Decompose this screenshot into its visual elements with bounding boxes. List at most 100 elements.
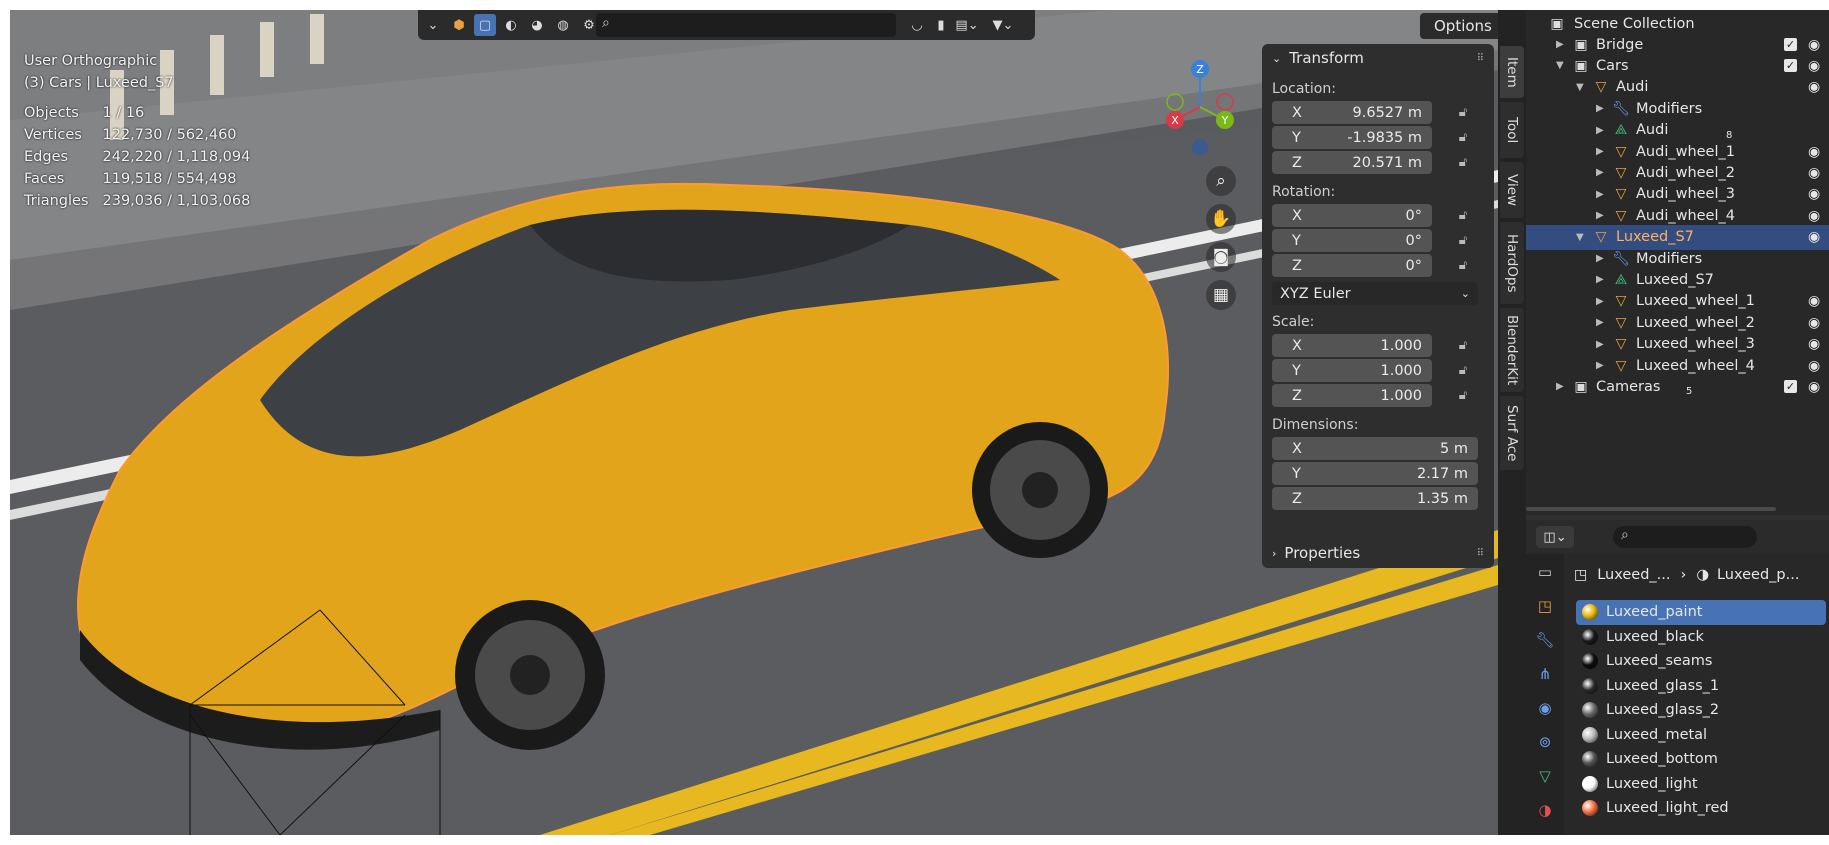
object-tab-icon[interactable]: ◳	[1533, 594, 1557, 618]
mesh-data-tab-icon[interactable]: ▽	[1533, 764, 1557, 788]
rotation-y-field[interactable]: Y 0°	[1272, 229, 1432, 252]
material-slot[interactable]: Luxeed_paint	[1576, 600, 1826, 625]
ortho-grid-icon[interactable]: ▦	[1206, 280, 1236, 310]
lock-icon[interactable]: 🔓︎	[1454, 104, 1472, 122]
overlay-toggle-icon[interactable]: ◡	[906, 14, 928, 36]
options-dropdown[interactable]: Options⌄	[1420, 13, 1498, 39]
lock-icon[interactable]: 🔓︎	[1454, 154, 1472, 172]
exclude-checkbox[interactable]: ✓	[1784, 380, 1797, 394]
eye-icon[interactable]: ◉	[1808, 58, 1820, 74]
editor-type-icon[interactable]: ◫⌄	[1536, 526, 1574, 548]
expand-toggle-icon[interactable]: ▶	[1596, 189, 1604, 200]
lock-icon[interactable]: 🔓︎	[1454, 362, 1472, 380]
expand-toggle-icon[interactable]: ▶	[1596, 339, 1604, 350]
lock-icon[interactable]: 🔓︎	[1454, 232, 1472, 250]
outliner-scrollbar[interactable]	[1526, 507, 1776, 511]
view-layout-icon[interactable]: ▤⌄	[955, 14, 978, 36]
material-slot[interactable]: Luxeed_seams	[1576, 649, 1826, 674]
rotation-x-field[interactable]: X 0°	[1272, 204, 1432, 227]
material-slot[interactable]: Luxeed_light_red	[1576, 796, 1826, 821]
gizmo-color-icon[interactable]: ⬢	[448, 14, 470, 36]
expand-toggle-icon[interactable]: ▶	[1556, 381, 1564, 392]
eye-icon[interactable]: ◉	[1808, 315, 1820, 331]
expand-toggle-icon[interactable]: ▶	[1596, 210, 1604, 221]
eye-icon[interactable]: ◉	[1808, 336, 1820, 352]
shading-solid-icon[interactable]: ◐	[500, 14, 522, 36]
eye-icon[interactable]: ◉	[1808, 293, 1820, 309]
eye-icon[interactable]: ◉	[1808, 144, 1820, 160]
expand-toggle-icon[interactable]: ▶	[1556, 39, 1564, 50]
material-slot[interactable]: Luxeed_glass_1	[1576, 674, 1826, 699]
dimensions-z-field[interactable]: Z 1.35 m	[1272, 487, 1478, 510]
location-x-field[interactable]: X 9.6527 m	[1272, 101, 1432, 124]
dimensions-x-field[interactable]: X5 m	[1272, 437, 1478, 460]
eye-icon[interactable]: ◉	[1808, 165, 1820, 181]
constraints-tab-icon[interactable]: ⊚	[1533, 730, 1557, 754]
lock-icon[interactable]: 🔓︎	[1454, 207, 1472, 225]
shading-wireframe-icon[interactable]: ▢	[474, 14, 496, 36]
expand-toggle-icon[interactable]: ▼	[1576, 82, 1584, 93]
material-tab-icon[interactable]: ◑	[1533, 798, 1557, 822]
expand-toggle-icon[interactable]: ▶	[1596, 274, 1604, 285]
lock-icon[interactable]: 🔓︎	[1454, 129, 1472, 147]
modifier-tab-icon[interactable]: 🔧︎	[1533, 628, 1557, 652]
material-slot[interactable]: Luxeed_light	[1576, 772, 1826, 797]
eye-icon[interactable]: ◉	[1808, 229, 1820, 245]
3d-viewport[interactable]: User Orthographic (3) Cars | Luxeed_S7 O…	[10, 10, 1498, 835]
expand-toggle-icon[interactable]: ▼	[1556, 60, 1564, 71]
expand-toggle-icon[interactable]: ▶	[1596, 296, 1604, 307]
location-z-field[interactable]: Z 20.571 m	[1272, 151, 1432, 174]
expand-toggle-icon[interactable]: ▶	[1596, 360, 1604, 371]
tab-hardops[interactable]: HardOps	[1500, 222, 1524, 304]
eye-icon[interactable]: ◉	[1808, 358, 1820, 374]
expand-toggle-icon[interactable]: ▶	[1596, 146, 1604, 157]
eye-icon[interactable]: ◉	[1808, 37, 1820, 53]
shading-material-icon[interactable]: ◕	[526, 14, 548, 36]
expand-toggle-icon[interactable]: ▶	[1596, 125, 1604, 136]
expand-toggle-icon[interactable]: ▼	[1576, 232, 1584, 243]
lock-icon[interactable]: 🔓︎	[1454, 257, 1472, 275]
filter-icon[interactable]: ▼⌄	[992, 14, 1014, 36]
eye-icon[interactable]: ◉	[1808, 186, 1820, 202]
expand-toggle-icon[interactable]: ▶	[1596, 253, 1604, 264]
location-y-field[interactable]: Y -1.9835 m	[1272, 126, 1432, 149]
physics-tab-icon[interactable]: ◉	[1533, 696, 1557, 720]
exclude-checkbox[interactable]: ✓	[1784, 38, 1797, 51]
chevron-down-icon[interactable]: ⌄	[422, 14, 444, 36]
drag-handle-icon[interactable]: ⠿	[1477, 548, 1484, 559]
shading-rendered-icon[interactable]: ◍	[552, 14, 574, 36]
lock-icon[interactable]: 🔓︎	[1454, 337, 1472, 355]
rotation-z-field[interactable]: Z 0°	[1272, 254, 1432, 277]
properties-search-input[interactable]: ⌕	[1613, 526, 1757, 548]
navigation-gizmo[interactable]: Z X Y	[1145, 52, 1255, 162]
tab-surf-ace[interactable]: Surf Ace	[1500, 396, 1524, 470]
eye-icon[interactable]: ◉	[1808, 208, 1820, 224]
outliner-row[interactable]: ▶ ▣ Cameras 5 ✓ ◉	[1526, 374, 1829, 399]
lock-icon[interactable]: 🔓︎	[1454, 387, 1472, 405]
rotation-mode-select[interactable]: XYZ Euler ⌄	[1272, 282, 1478, 305]
transform-panel-header[interactable]: ⌄ Transform ⠿	[1262, 44, 1494, 72]
material-slot[interactable]: Luxeed_glass_2	[1576, 698, 1826, 723]
expand-toggle-icon[interactable]: ▶	[1596, 103, 1604, 114]
tab-tool[interactable]: Tool	[1500, 102, 1524, 158]
particles-tab-icon[interactable]: ⋔	[1533, 662, 1557, 686]
expand-toggle-icon[interactable]: ▶	[1596, 167, 1604, 178]
exclude-checkbox[interactable]: ✓	[1784, 59, 1797, 73]
eye-icon[interactable]: ◉	[1808, 379, 1820, 395]
tab-blenderkit[interactable]: BlenderKit	[1500, 308, 1524, 392]
camera-icon[interactable]: ◙	[1206, 242, 1236, 272]
material-slot[interactable]: Luxeed_metal	[1576, 723, 1826, 748]
tool-tab-icon[interactable]: ▭	[1533, 560, 1557, 584]
drag-handle-icon[interactable]: ⠿	[1477, 53, 1484, 64]
material-slot[interactable]: Luxeed_black	[1576, 625, 1826, 650]
eye-icon[interactable]: ◉	[1808, 79, 1820, 95]
tab-view[interactable]: View	[1500, 162, 1524, 218]
material-slot[interactable]: Luxeed_bottom	[1576, 747, 1826, 772]
properties-panel-header[interactable]: › Properties ⠿	[1262, 538, 1494, 568]
zoom-icon[interactable]: ⌕	[1206, 166, 1236, 196]
scale-y-field[interactable]: Y 1.000	[1272, 359, 1432, 382]
tab-item[interactable]: Item	[1500, 46, 1524, 98]
expand-toggle-icon[interactable]: ▶	[1596, 317, 1604, 328]
dimensions-y-field[interactable]: Y 2.17 m	[1272, 462, 1478, 485]
scale-z-field[interactable]: Z 1.000	[1272, 384, 1432, 407]
